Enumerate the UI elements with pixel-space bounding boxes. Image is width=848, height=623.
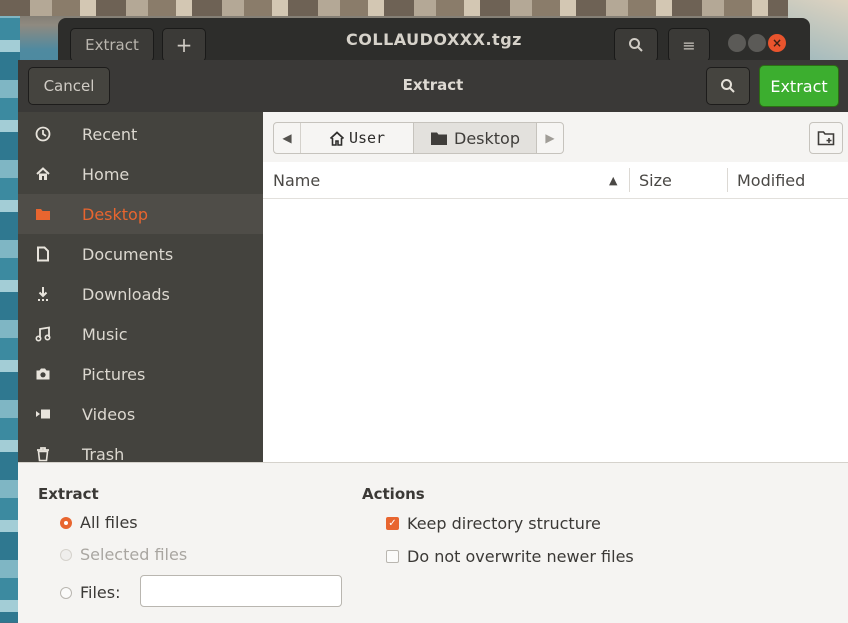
column-modified[interactable]: Modified bbox=[737, 162, 805, 198]
breadcrumb-desktop-label: Desktop bbox=[454, 128, 520, 148]
all-files-radio[interactable]: All files bbox=[60, 513, 138, 532]
selected-files-radio: Selected files bbox=[60, 545, 187, 564]
files-label: Files: bbox=[80, 583, 121, 602]
extract-dialog: Cancel Extract Extract Recent Home Deskt… bbox=[18, 60, 848, 623]
selected-files-label: Selected files bbox=[80, 545, 188, 564]
chevron-right-icon: ▶ bbox=[545, 131, 555, 145]
menu-button[interactable]: ≡ bbox=[668, 28, 710, 62]
download-icon bbox=[34, 285, 52, 303]
search-button[interactable] bbox=[614, 28, 658, 62]
column-size[interactable]: Size bbox=[639, 162, 672, 198]
sidebar-item-label: Pictures bbox=[82, 364, 146, 384]
places-sidebar: Recent Home Desktop Documents Downloads bbox=[18, 112, 263, 462]
files-pattern-input[interactable] bbox=[140, 575, 342, 607]
column-separator bbox=[629, 168, 630, 192]
search-icon bbox=[721, 79, 735, 93]
close-icon: × bbox=[771, 36, 783, 50]
breadcrumb-user-label: User bbox=[348, 129, 386, 147]
sidebar-item-label: Trash bbox=[82, 444, 125, 463]
sidebar-item-label: Music bbox=[82, 324, 128, 344]
file-list[interactable] bbox=[263, 199, 848, 462]
sidebar-item-label: Desktop bbox=[82, 204, 148, 224]
sidebar-item-downloads[interactable]: Downloads bbox=[18, 274, 263, 314]
sidebar-item-pictures[interactable]: Pictures bbox=[18, 354, 263, 394]
extract-button[interactable]: Extract bbox=[759, 65, 839, 107]
breadcrumb-back-button[interactable]: ◀ bbox=[274, 123, 301, 153]
sidebar-item-trash[interactable]: Trash bbox=[18, 434, 263, 462]
column-separator bbox=[727, 168, 728, 192]
do-not-overwrite-checkbox[interactable]: Do not overwrite newer files bbox=[386, 547, 634, 566]
do-not-overwrite-label: Do not overwrite newer files bbox=[407, 547, 634, 566]
sidebar-item-label: Home bbox=[82, 164, 130, 184]
sidebar-item-label: Downloads bbox=[82, 284, 170, 304]
video-icon bbox=[34, 405, 52, 423]
radio-icon bbox=[60, 586, 72, 599]
desktop-background-left bbox=[0, 0, 20, 622]
create-folder-button[interactable] bbox=[809, 122, 843, 154]
new-folder-icon bbox=[817, 131, 835, 146]
search-icon bbox=[629, 38, 643, 52]
close-button[interactable]: × bbox=[768, 34, 786, 52]
radio-icon bbox=[60, 548, 72, 561]
actions-section-title: Actions bbox=[362, 485, 425, 503]
music-icon bbox=[34, 325, 52, 343]
sidebar-item-label: Videos bbox=[82, 404, 136, 424]
camera-icon bbox=[34, 365, 52, 383]
keep-directory-structure-label: Keep directory structure bbox=[407, 514, 601, 533]
folder-icon bbox=[431, 132, 447, 145]
sidebar-item-music[interactable]: Music bbox=[18, 314, 263, 354]
keep-directory-structure-checkbox[interactable]: ✓ Keep directory structure bbox=[386, 514, 601, 533]
home-icon bbox=[329, 130, 345, 146]
desktop-background-top bbox=[0, 0, 848, 16]
sidebar-item-label: Recent bbox=[82, 124, 138, 144]
clock-icon bbox=[34, 125, 52, 143]
path-bar: ◀ User Desktop ▶ bbox=[263, 112, 848, 162]
sidebar-item-videos[interactable]: Videos bbox=[18, 394, 263, 434]
extract-section-title: Extract bbox=[38, 485, 99, 503]
chevron-left-icon: ◀ bbox=[282, 131, 292, 145]
maximize-button[interactable] bbox=[748, 34, 766, 52]
minimize-button[interactable] bbox=[728, 34, 746, 52]
breadcrumb-desktop[interactable]: Desktop bbox=[414, 123, 537, 153]
sidebar-item-documents[interactable]: Documents bbox=[18, 234, 263, 274]
hamburger-icon: ≡ bbox=[682, 35, 696, 55]
radio-selected-icon bbox=[60, 516, 72, 529]
checkmark-icon: ✓ bbox=[386, 517, 399, 530]
column-name[interactable]: Name bbox=[273, 162, 320, 198]
all-files-label: All files bbox=[80, 513, 138, 532]
document-icon bbox=[34, 245, 52, 263]
breadcrumb: ◀ User Desktop ▶ bbox=[273, 122, 564, 154]
dialog-search-button[interactable] bbox=[706, 67, 750, 105]
folder-icon bbox=[34, 205, 52, 223]
sidebar-item-recent[interactable]: Recent bbox=[18, 114, 263, 154]
file-browser: ◀ User Desktop ▶ Name ▲ Size Modified bbox=[263, 112, 848, 462]
sort-ascending-icon: ▲ bbox=[609, 173, 618, 187]
trash-icon bbox=[34, 445, 52, 462]
breadcrumb-user[interactable]: User bbox=[301, 123, 414, 153]
extract-options: Extract All files Selected files Files: … bbox=[18, 462, 848, 623]
files-radio[interactable]: Files: bbox=[60, 583, 121, 602]
sidebar-item-desktop[interactable]: Desktop bbox=[18, 194, 263, 234]
breadcrumb-forward-button[interactable]: ▶ bbox=[537, 123, 563, 153]
dialog-header: Cancel Extract Extract bbox=[18, 60, 848, 112]
sidebar-item-label: Documents bbox=[82, 244, 174, 264]
checkbox-icon bbox=[386, 550, 399, 563]
file-list-header: Name ▲ Size Modified bbox=[263, 162, 848, 199]
sidebar-item-home[interactable]: Home bbox=[18, 154, 263, 194]
home-icon bbox=[34, 165, 52, 183]
